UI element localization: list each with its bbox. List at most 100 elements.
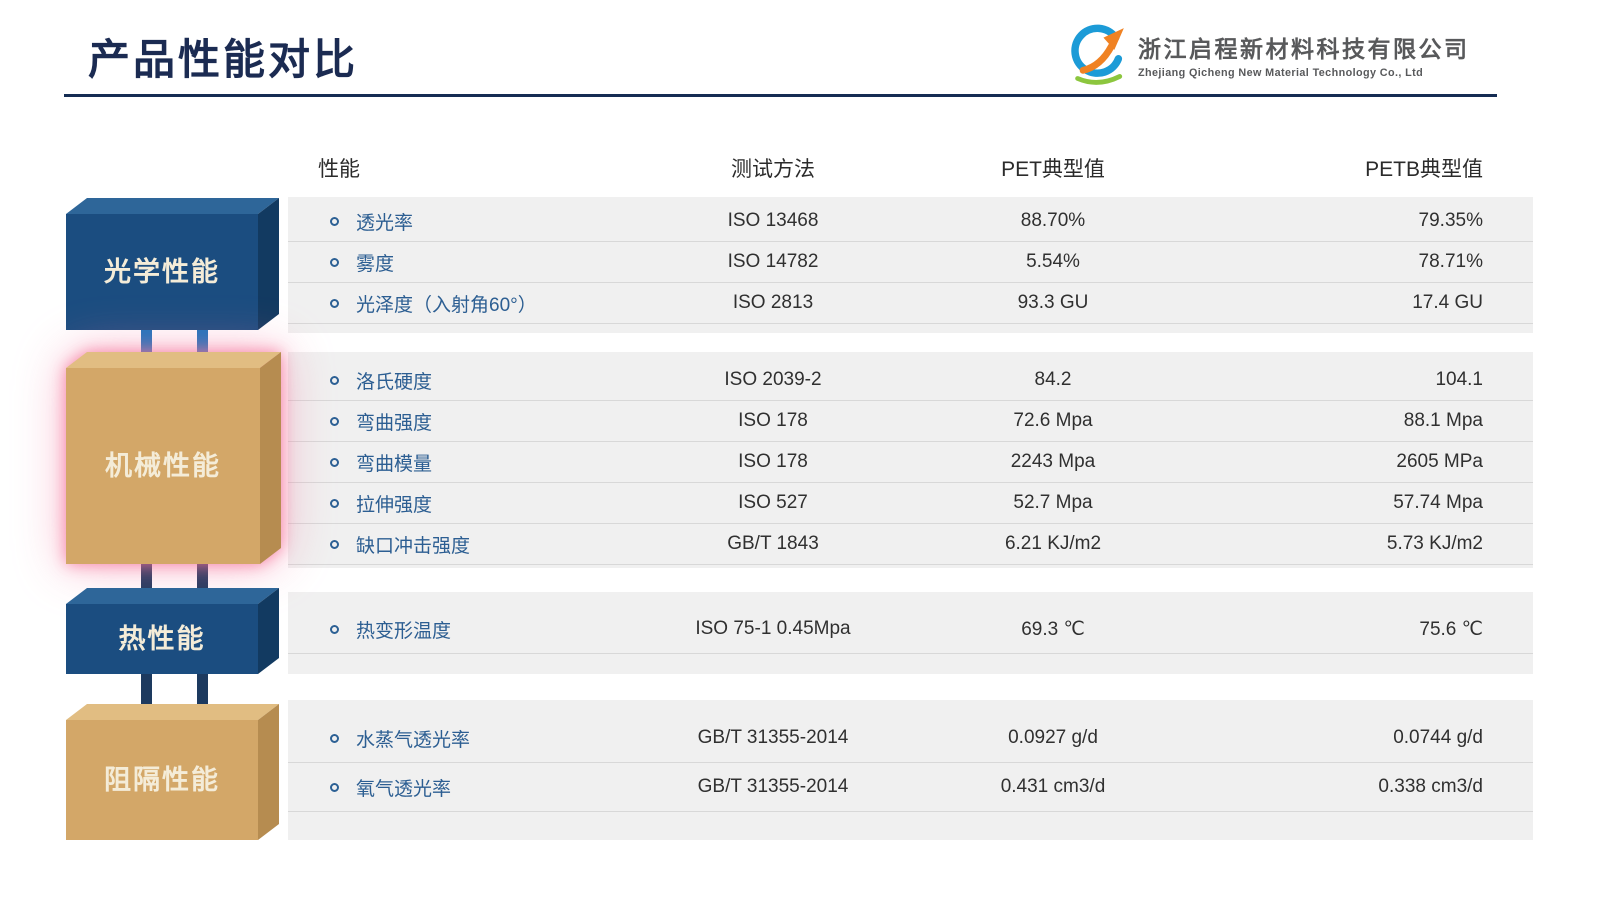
company-logo: 浙江启程新材料科技有限公司 Zhejiang Qicheng New Mater… bbox=[1064, 18, 1484, 90]
test-method: ISO 14782 bbox=[618, 251, 928, 273]
petb-value: 78.71% bbox=[1178, 251, 1533, 273]
table-row: 热变形温度 ISO 75-1 0.45Mpa69.3 ℃75.6 ℃ bbox=[288, 605, 1533, 654]
bullet-icon bbox=[330, 499, 339, 508]
section-panel-thermal: 热变形温度 ISO 75-1 0.45Mpa69.3 ℃75.6 ℃ bbox=[288, 592, 1533, 674]
bullet-icon bbox=[330, 376, 339, 385]
petb-value: 79.35% bbox=[1178, 210, 1533, 232]
pet-value: 2243 Mpa bbox=[928, 451, 1178, 473]
test-method: ISO 13468 bbox=[618, 210, 928, 232]
property-label: 雾度 bbox=[356, 249, 394, 276]
pet-value: 84.2 bbox=[928, 369, 1178, 391]
bullet-icon bbox=[330, 734, 339, 743]
pet-value: 5.54% bbox=[928, 251, 1178, 273]
petb-value: 104.1 bbox=[1178, 369, 1533, 391]
table-row: 缺口冲击强度 GB/T 18436.21 KJ/m25.73 KJ/m2 bbox=[288, 524, 1533, 565]
table-row: 氧气透光率 GB/T 31355-20140.431 cm3/d0.338 cm3… bbox=[288, 763, 1533, 812]
test-method: ISO 2813 bbox=[618, 292, 928, 314]
header-test-method: 测试方法 bbox=[618, 153, 928, 183]
property-cell: 水蒸气透光率 bbox=[288, 725, 618, 752]
petb-value: 2605 MPa bbox=[1178, 451, 1533, 473]
header-pet-typical: PET典型值 bbox=[928, 153, 1178, 183]
section-panel-optical: 透光率 ISO 1346888.70%79.35% 雾度 ISO 147825.54%… bbox=[288, 197, 1533, 333]
bullet-icon bbox=[330, 458, 339, 467]
header-petb-typical: PETB典型值 bbox=[1178, 153, 1533, 183]
table-row: 弯曲强度 ISO 17872.6 Mpa88.1 Mpa bbox=[288, 401, 1533, 442]
bullet-icon bbox=[330, 299, 339, 308]
bullet-icon bbox=[330, 258, 339, 267]
table-row: 水蒸气透光率 GB/T 31355-20140.0927 g/d0.0744 g/… bbox=[288, 714, 1533, 763]
test-method: GB/T 31355-2014 bbox=[618, 776, 928, 798]
property-label: 拉伸强度 bbox=[356, 490, 432, 517]
petb-value: 88.1 Mpa bbox=[1178, 410, 1533, 432]
test-method: GB/T 1843 bbox=[618, 533, 928, 555]
pet-value: 88.70% bbox=[928, 210, 1178, 232]
section-panel-barrier: 水蒸气透光率GB/T 31355-20140.0927 g/d0.0744 g/… bbox=[288, 700, 1533, 840]
header-property: 性能 bbox=[288, 153, 618, 183]
property-cell: 热变形温度 bbox=[288, 616, 618, 643]
property-label: 透光率 bbox=[356, 208, 413, 235]
property-label: 光泽度（入射角60°） bbox=[356, 290, 537, 317]
pet-value: 93.3 GU bbox=[928, 292, 1178, 314]
property-label: 弯曲强度 bbox=[356, 408, 432, 435]
petb-value: 17.4 GU bbox=[1178, 292, 1533, 314]
category-box-optical: 光学性能 bbox=[66, 198, 279, 335]
petb-value: 57.74 Mpa bbox=[1178, 492, 1533, 514]
petb-value: 75.6 ℃ bbox=[1178, 618, 1533, 641]
category-box-thermal: 热性能 bbox=[66, 588, 279, 679]
test-method: ISO 75-1 0.45Mpa bbox=[618, 618, 928, 640]
property-cell: 缺口冲击强度 bbox=[288, 531, 618, 558]
table-row: 光泽度（入射角60°） ISO 281393.3 GU17.4 GU bbox=[288, 283, 1533, 324]
petb-value: 5.73 KJ/m2 bbox=[1178, 533, 1533, 555]
page-title: 产品性能对比 bbox=[88, 26, 358, 87]
pet-value: 69.3 ℃ bbox=[928, 618, 1178, 641]
category-label: 光学性能 bbox=[103, 256, 220, 287]
pet-value: 6.21 KJ/m2 bbox=[928, 533, 1178, 555]
pet-value: 52.7 Mpa bbox=[928, 492, 1178, 514]
petb-value: 0.338 cm3/d bbox=[1178, 776, 1533, 798]
test-method: ISO 527 bbox=[618, 492, 928, 514]
bullet-icon bbox=[330, 417, 339, 426]
property-label: 弯曲模量 bbox=[356, 449, 432, 476]
pet-value: 0.0927 g/d bbox=[928, 727, 1178, 749]
property-cell: 弯曲强度 bbox=[288, 408, 618, 435]
category-label: 阻隔性能 bbox=[104, 764, 220, 795]
property-label: 洛氏硬度 bbox=[356, 367, 432, 394]
table-row: 雾度 ISO 147825.54%78.71% bbox=[288, 242, 1533, 283]
property-cell: 拉伸强度 bbox=[288, 490, 618, 517]
table-row: 透光率 ISO 1346888.70%79.35% bbox=[288, 201, 1533, 242]
property-label: 缺口冲击强度 bbox=[356, 531, 470, 558]
qicheng-logo-icon bbox=[1064, 20, 1132, 88]
property-cell: 光泽度（入射角60°） bbox=[288, 290, 618, 317]
bullet-icon bbox=[330, 783, 339, 792]
pet-value: 72.6 Mpa bbox=[928, 410, 1178, 432]
table-row: 拉伸强度 ISO 52752.7 Mpa57.74 Mpa bbox=[288, 483, 1533, 524]
table-row: 洛氏硬度 ISO 2039-284.2104.1 bbox=[288, 360, 1533, 401]
bullet-icon bbox=[330, 217, 339, 226]
property-cell: 洛氏硬度 bbox=[288, 367, 618, 394]
table-header-row: 性能 测试方法 PET典型值 PETB典型值 bbox=[288, 148, 1533, 188]
property-label: 热变形温度 bbox=[356, 616, 451, 643]
section-panel-mechanical: 洛氏硬度 ISO 2039-284.2104.1 弯曲强度 ISO 17872.6 M… bbox=[288, 352, 1533, 568]
company-name-cn: 浙江启程新材料科技有限公司 bbox=[1138, 30, 1470, 64]
category-box-barrier: 阻隔性能 bbox=[66, 704, 279, 845]
property-label: 氧气透光率 bbox=[356, 774, 451, 801]
test-method: ISO 178 bbox=[618, 451, 928, 473]
test-method: ISO 2039-2 bbox=[618, 369, 928, 391]
property-cell: 氧气透光率 bbox=[288, 774, 618, 801]
property-cell: 雾度 bbox=[288, 249, 618, 276]
company-name-en: Zhejiang Qicheng New Material Technology… bbox=[1138, 67, 1470, 79]
category-label: 热性能 bbox=[119, 623, 206, 654]
table-row: 弯曲模量 ISO 1782243 Mpa2605 MPa bbox=[288, 442, 1533, 483]
test-method: ISO 178 bbox=[618, 410, 928, 432]
category-box-mechanical: 机械性能 bbox=[66, 352, 281, 569]
bullet-icon bbox=[330, 625, 339, 634]
test-method: GB/T 31355-2014 bbox=[618, 727, 928, 749]
property-cell: 弯曲模量 bbox=[288, 449, 618, 476]
category-label: 机械性能 bbox=[105, 450, 221, 481]
title-underline bbox=[64, 94, 1497, 97]
property-cell: 透光率 bbox=[288, 208, 618, 235]
petb-value: 0.0744 g/d bbox=[1178, 727, 1533, 749]
property-label: 水蒸气透光率 bbox=[356, 725, 470, 752]
bullet-icon bbox=[330, 540, 339, 549]
pet-value: 0.431 cm3/d bbox=[928, 776, 1178, 798]
